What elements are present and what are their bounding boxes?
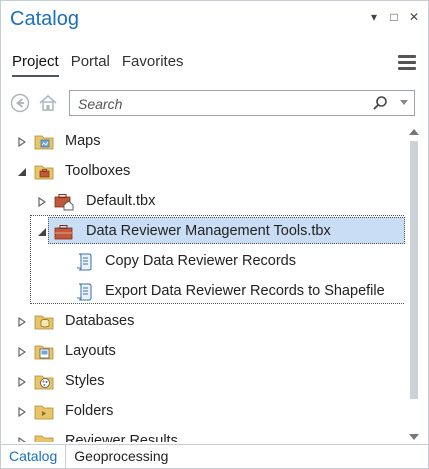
title-bar: Catalog ▾ □ ✕ [1, 1, 428, 39]
search-icon[interactable] [372, 95, 388, 111]
tab-catalog[interactable]: Catalog [1, 445, 67, 468]
scroll-thumb[interactable] [410, 141, 418, 399]
tree-item-label: Maps [65, 133, 101, 149]
tree-item-reviewer-results[interactable]: Reviewer Results [1, 427, 405, 442]
toolboxes-folder-icon [34, 165, 54, 180]
databases-folder-icon [34, 315, 54, 330]
layouts-folder-icon [34, 345, 54, 360]
tab-portal[interactable]: Portal [71, 53, 110, 77]
search-options-dropdown-icon[interactable] [400, 100, 408, 105]
catalog-pane: Catalog ▾ □ ✕ Project Portal Favorites M… [0, 0, 429, 469]
styles-folder-icon [34, 375, 54, 390]
tree-item-label: Export Data Reviewer Records to Shapefil… [105, 283, 385, 299]
bottom-tabs: Catalog Geoprocessing [1, 444, 428, 468]
tree-item-label: Default.tbx [86, 193, 156, 209]
collapse-caret-icon[interactable] [37, 227, 47, 237]
tree-item-data-reviewer-tbx[interactable]: Data Reviewer Management Tools.tbx [1, 217, 405, 247]
tree-item-export-records-tool[interactable]: Export Data Reviewer Records to Shapefil… [1, 277, 405, 307]
catalog-tree: Maps Toolboxes Default.tbx Data Reviewer… [1, 127, 405, 442]
close-icon[interactable]: ✕ [407, 10, 421, 24]
scroll-up-icon[interactable] [409, 129, 419, 135]
tree-item-label: Styles [65, 373, 105, 389]
folders-folder-icon [34, 405, 54, 420]
tree-item-label: Toolboxes [65, 163, 131, 179]
tree-item-label: Copy Data Reviewer Records [105, 253, 296, 269]
expand-caret-icon[interactable] [17, 407, 27, 417]
home-icon[interactable] [38, 93, 58, 113]
tree-item-label: Data Reviewer Management Tools.tbx [86, 223, 331, 239]
expand-caret-icon[interactable] [17, 437, 27, 442]
reviewer-results-folder-icon [34, 435, 54, 442]
expand-caret-icon[interactable] [17, 377, 27, 387]
maximize-icon[interactable]: □ [387, 10, 401, 24]
expand-caret-icon[interactable] [17, 347, 27, 357]
tree-item-layouts[interactable]: Layouts [1, 337, 405, 367]
tree-item-toolboxes[interactable]: Toolboxes [1, 157, 405, 187]
tree-item-label: Reviewer Results [65, 433, 178, 442]
tree-item-label: Databases [65, 313, 135, 329]
back-icon[interactable] [10, 93, 30, 113]
expand-caret-icon[interactable] [17, 137, 27, 147]
tab-project[interactable]: Project [12, 53, 59, 77]
catalog-tabs: Project Portal Favorites [12, 53, 184, 77]
tree-scrollbar[interactable] [407, 127, 421, 442]
tree-item-label: Layouts [65, 343, 116, 359]
script-tool-icon [76, 283, 92, 301]
scroll-down-icon[interactable] [409, 434, 419, 440]
expand-caret-icon[interactable] [37, 197, 47, 207]
tree-item-copy-records-tool[interactable]: Copy Data Reviewer Records [1, 247, 405, 277]
search-box [69, 90, 415, 116]
hamburger-menu-icon[interactable] [398, 55, 416, 71]
pane-title: Catalog [10, 8, 79, 30]
tab-geoprocessing[interactable]: Geoprocessing [66, 445, 176, 468]
script-tool-icon [76, 253, 92, 271]
tree-item-databases[interactable]: Databases [1, 307, 405, 337]
toolbox-home-icon [54, 194, 74, 211]
tree-item-folders[interactable]: Folders [1, 397, 405, 427]
maps-folder-icon [34, 135, 54, 150]
tab-favorites[interactable]: Favorites [122, 53, 184, 77]
tree-item-styles[interactable]: Styles [1, 367, 405, 397]
toolbox-icon [54, 225, 73, 240]
expand-caret-icon[interactable] [17, 317, 27, 327]
search-input[interactable] [76, 94, 370, 114]
tree-item-label: Folders [65, 403, 114, 419]
tree-item-default-tbx[interactable]: Default.tbx [1, 187, 405, 217]
collapse-caret-icon[interactable] [17, 167, 27, 177]
tree-item-maps[interactable]: Maps [1, 127, 405, 157]
pane-menu-icon[interactable]: ▾ [367, 10, 381, 24]
